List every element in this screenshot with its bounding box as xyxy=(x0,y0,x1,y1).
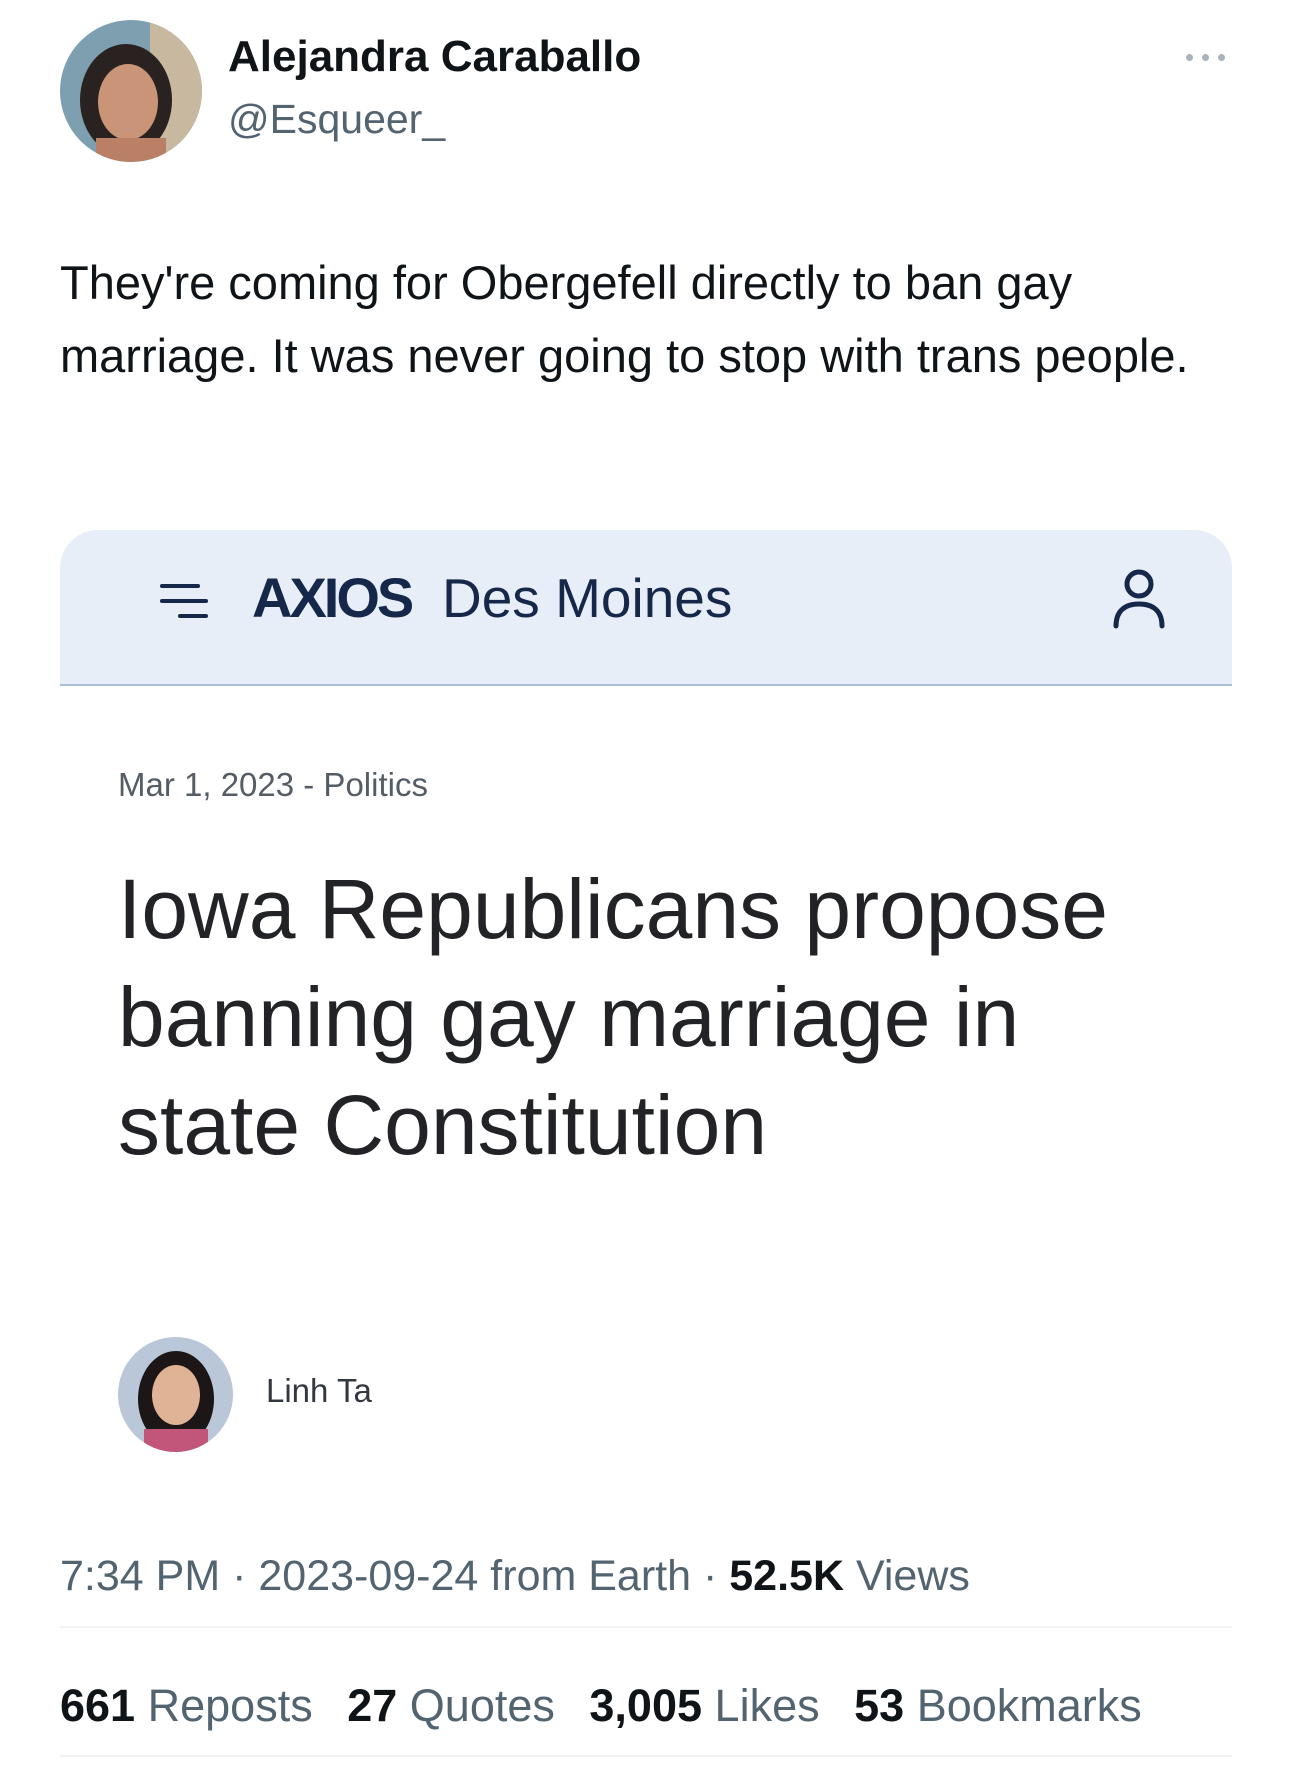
author-avatar[interactable] xyxy=(60,20,202,162)
likes-label: Likes xyxy=(714,1680,820,1731)
bookmarks-label: Bookmarks xyxy=(916,1680,1142,1731)
views-label: Views xyxy=(855,1552,970,1600)
timestamp-time[interactable]: 7:34 PM xyxy=(60,1552,220,1600)
article-meta: Mar 1, 2023 - Politics xyxy=(118,766,428,803)
article-author-avatar xyxy=(118,1337,233,1452)
axios-logo: AXIOS xyxy=(252,566,414,629)
reposts-label: Reposts xyxy=(147,1680,313,1731)
hamburger-menu-icon xyxy=(158,580,210,622)
timestamp-source: from Earth xyxy=(490,1552,692,1600)
article-author-name: Linh Ta xyxy=(266,1372,372,1409)
reposts-stat[interactable]: 661 Reposts xyxy=(60,1680,313,1732)
separator-dot: · xyxy=(702,1552,718,1600)
timestamp-date[interactable]: 2023-09-24 xyxy=(258,1552,478,1600)
user-profile-icon xyxy=(1110,566,1168,630)
section-name: Des Moines xyxy=(442,567,733,629)
divider xyxy=(60,1626,1232,1628)
quotes-count: 27 xyxy=(347,1680,398,1731)
tweet-text: They're coming for Obergefell directly t… xyxy=(60,256,1189,382)
divider xyxy=(60,1755,1232,1757)
quotes-label: Quotes xyxy=(409,1680,555,1731)
likes-count: 3,005 xyxy=(589,1680,703,1731)
separator-dot: · xyxy=(232,1552,247,1600)
tweet-timestamp: 7:34 PM · 2023-09-24 from Earth · 52.5K … xyxy=(60,1552,970,1601)
more-options-icon[interactable] xyxy=(1182,45,1230,69)
article-headline[interactable]: Iowa Republicans propose banning gay mar… xyxy=(118,855,1118,1179)
reposts-count: 661 xyxy=(60,1680,136,1731)
quotes-stat[interactable]: 27 Quotes xyxy=(347,1680,555,1732)
engagement-stats: 661 Reposts 27 Quotes 3,005 Likes 53 Boo… xyxy=(60,1680,1164,1732)
author-name[interactable]: Alejandra Caraballo xyxy=(228,32,641,82)
author-handle[interactable]: @Esqueer_ xyxy=(228,96,445,143)
bookmarks-stat[interactable]: 53 Bookmarks xyxy=(854,1680,1142,1732)
likes-stat[interactable]: 3,005 Likes xyxy=(589,1680,819,1732)
views-count: 52.5K xyxy=(729,1552,845,1600)
bookmarks-count: 53 xyxy=(854,1680,905,1731)
